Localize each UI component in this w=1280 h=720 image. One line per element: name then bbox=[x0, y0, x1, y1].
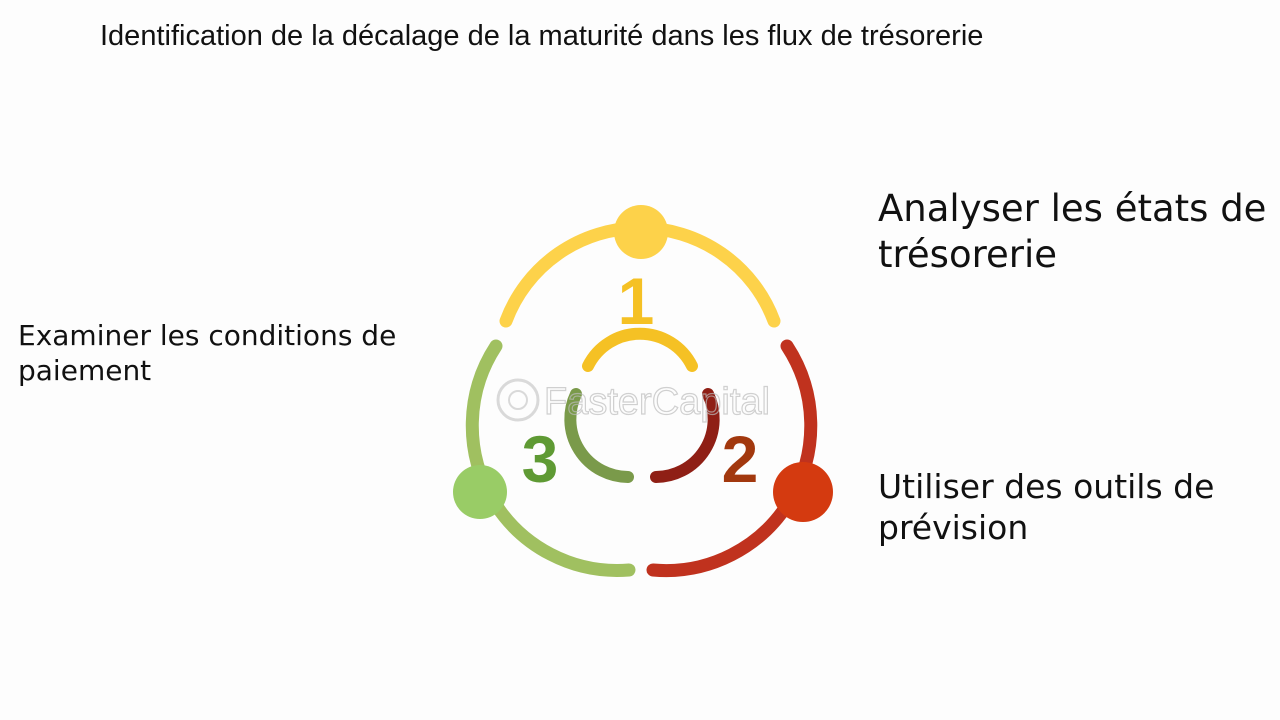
step-3-label: Examiner les conditions de paiement bbox=[18, 319, 397, 387]
cycle-diagram: FasterCapital 1 2 3 bbox=[453, 205, 833, 578]
inner-arc-yellow bbox=[582, 327, 698, 372]
step-1-label: Analyser les états de trésorerie bbox=[878, 187, 1267, 277]
watermark-logo-icon bbox=[496, 378, 540, 422]
step-2-number: 2 bbox=[722, 422, 759, 496]
step-1-number: 1 bbox=[618, 264, 655, 338]
person-green-icon bbox=[453, 465, 507, 519]
person-yellow-icon bbox=[614, 205, 668, 259]
step-3-number: 3 bbox=[522, 422, 559, 496]
watermark-text: FasterCapital bbox=[544, 381, 770, 423]
step-2-label: Utiliser des outils de prévision bbox=[878, 467, 1215, 548]
slide: Identification de la décalage de la matu… bbox=[0, 0, 1280, 720]
person-red-icon bbox=[773, 462, 833, 522]
slide-title: Identification de la décalage de la matu… bbox=[100, 20, 984, 52]
